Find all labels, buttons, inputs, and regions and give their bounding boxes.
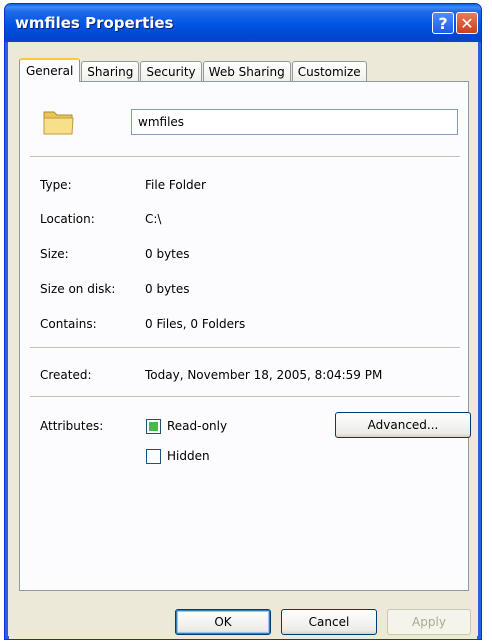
size-on-disk-label: Size on disk: — [40, 282, 116, 296]
tab-general[interactable]: General — [19, 58, 81, 82]
separator — [30, 156, 460, 158]
properties-window: wmfiles Properties ? ✕ General Sharing S… — [4, 3, 482, 640]
tab-security[interactable]: Security — [140, 61, 202, 82]
type-label: Type: — [40, 178, 72, 192]
folder-icon — [43, 111, 74, 135]
contains-value: 0 Files, 0 Folders — [145, 317, 246, 331]
cancel-button[interactable]: Cancel — [281, 609, 377, 635]
tab-strip: General Sharing Security Web Sharing Cus… — [19, 58, 368, 82]
tab-customize[interactable]: Customize — [291, 61, 367, 82]
ok-button[interactable]: OK — [175, 609, 271, 635]
close-button[interactable]: ✕ — [456, 12, 478, 34]
readonly-label[interactable]: Read-only — [167, 419, 227, 433]
size-on-disk-value: 0 bytes — [145, 282, 190, 296]
folder-name-input[interactable] — [131, 109, 458, 135]
readonly-checkbox[interactable] — [146, 419, 161, 434]
size-label: Size: — [40, 247, 69, 261]
location-value: C:\ — [145, 212, 162, 226]
window-title: wmfiles Properties — [15, 14, 174, 32]
hidden-checkbox[interactable] — [146, 449, 161, 464]
dialog-client: General Sharing Security Web Sharing Cus… — [9, 42, 477, 639]
general-tab-panel: Type: File Folder Location: C:\ Size: 0 … — [19, 81, 471, 591]
size-value: 0 bytes — [145, 247, 190, 261]
indeterminate-mark — [149, 422, 158, 431]
separator — [30, 396, 460, 398]
help-icon: ? — [438, 13, 448, 33]
attributes-label: Attributes: — [40, 419, 104, 433]
type-value: File Folder — [145, 178, 206, 192]
separator — [30, 347, 460, 349]
contains-label: Contains: — [40, 317, 97, 331]
apply-button[interactable]: Apply — [387, 609, 471, 635]
hidden-label[interactable]: Hidden — [167, 449, 210, 463]
created-value: Today, November 18, 2005, 8:04:59 PM — [145, 368, 383, 382]
advanced-button[interactable]: Advanced... — [335, 412, 471, 438]
title-bar[interactable]: wmfiles Properties ? ✕ — [5, 4, 481, 42]
location-label: Location: — [40, 212, 95, 226]
created-label: Created: — [40, 368, 92, 382]
close-icon: ✕ — [460, 13, 474, 33]
help-button[interactable]: ? — [432, 12, 454, 34]
tab-web-sharing[interactable]: Web Sharing — [202, 61, 291, 82]
tab-sharing[interactable]: Sharing — [81, 61, 140, 82]
